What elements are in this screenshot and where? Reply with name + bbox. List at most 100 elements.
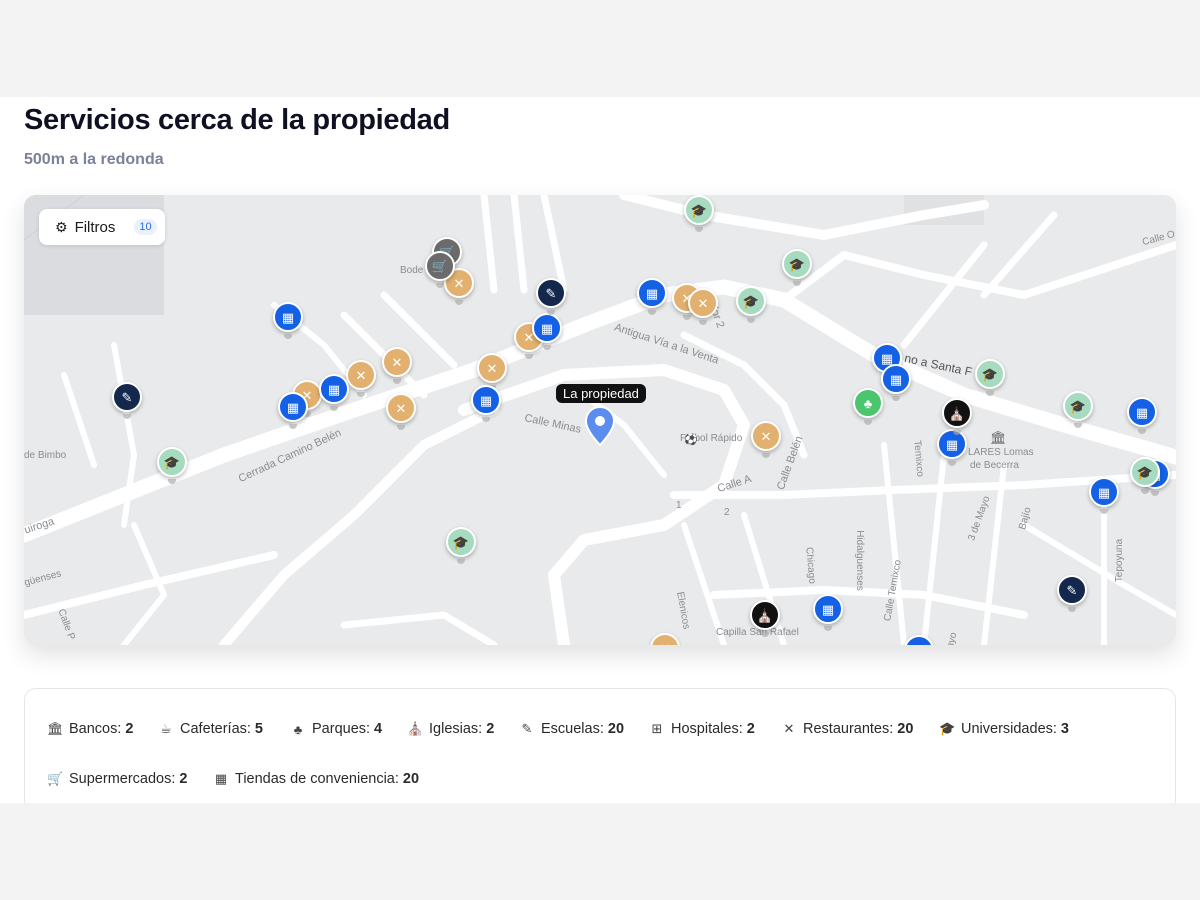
map-label: 1 — [676, 500, 682, 511]
stat-value: 5 — [254, 721, 263, 737]
restaurant-icon: ✕ — [783, 721, 795, 736]
sliders-icon: ⚙ — [55, 218, 68, 235]
store-pin[interactable]: ▦ — [1089, 477, 1119, 514]
fork-knife-icon: ✕ — [760, 428, 772, 444]
services-summary: 🏛 Bancos: 2 ☕ Cafeterías: 5 ♣ Parques: 4 ⛪ Igle… — [24, 688, 1176, 818]
filters-button[interactable]: ⚙ Filtros 10 — [39, 209, 165, 245]
map-label: 2 — [724, 507, 730, 518]
store-icon: ▦ — [645, 285, 659, 301]
stat-label: Escuelas: — [541, 721, 604, 737]
graduation-cap-icon: 🎓 — [981, 366, 999, 382]
hospital-icon: ⊞ — [651, 721, 663, 736]
graduation-cap-icon: 🎓 — [742, 293, 760, 309]
university-pin[interactable]: 🎓 — [446, 527, 476, 564]
fork-knife-icon: ✕ — [486, 360, 498, 376]
store-pin[interactable]: ▦ — [319, 374, 349, 411]
store-pin[interactable]: ▦ — [273, 302, 303, 339]
stat-parques: ♣ Parques: 4 — [290, 721, 382, 737]
store-pin[interactable]: ▦ — [532, 313, 562, 350]
store-icon: ▦ — [945, 436, 959, 452]
church-pin[interactable]: ⛪ — [942, 398, 972, 435]
graduation-cap-icon: 🎓 — [788, 256, 806, 272]
coffee-icon: ☕ — [160, 721, 172, 736]
map-label: Hidalguenses — [853, 530, 865, 591]
map-label: Capilla San Rafael — [716, 627, 799, 638]
map-label: de Bimbo — [24, 450, 67, 461]
page-title: Servicios cerca de la propiedad — [24, 104, 450, 136]
stat-value: 2 — [125, 721, 134, 737]
store-pin[interactable]: ▦ — [1127, 397, 1157, 434]
stat-value: 20 — [402, 771, 420, 787]
stat-label: Iglesias: — [429, 721, 483, 737]
footer-background — [0, 803, 1200, 900]
map-label: LARES Lomas — [968, 447, 1034, 458]
store-icon: ▦ — [889, 371, 903, 387]
supermarket-pin[interactable]: 🛒 — [425, 251, 455, 288]
services-map[interactable]: Bode de Bimbo Cerrada Camino Belén Antig… — [24, 195, 1176, 645]
store-icon: ▦ — [286, 399, 300, 415]
map-label: Bode — [400, 265, 424, 276]
map-label: Tepoyuna — [1114, 538, 1126, 583]
university-pin[interactable]: 🎓 — [684, 195, 714, 232]
fork-knife-icon: ✕ — [391, 354, 403, 370]
stat-restaurantes: ✕ Restaurantes: 20 — [781, 721, 914, 737]
store-pin[interactable]: ▦ — [937, 429, 967, 466]
store-pin[interactable]: ▦ — [278, 392, 308, 429]
store-icon: ▦ — [479, 392, 493, 408]
filters-count-badge: 10 — [134, 219, 157, 235]
stat-label: Supermercados: — [69, 771, 176, 787]
store-icon: ▦ — [540, 320, 554, 336]
university-pin[interactable]: 🎓 — [157, 447, 187, 484]
school-pin[interactable]: ✎ — [112, 382, 142, 419]
restaurant-pin[interactable]: ✕ — [688, 288, 718, 325]
school-icon: ✎ — [121, 389, 133, 405]
stat-label: Hospitales: — [671, 721, 743, 737]
stat-value: 2 — [486, 721, 495, 737]
store-icon: ▦ — [821, 601, 835, 617]
fork-knife-icon: ✕ — [453, 275, 465, 291]
stat-label: Parques: — [312, 721, 371, 737]
university-pin[interactable]: 🎓 — [1063, 391, 1093, 428]
university-pin[interactable]: 🎓 — [975, 359, 1005, 396]
filters-label: Filtros — [74, 218, 116, 236]
stat-value: 2 — [179, 771, 188, 787]
school-icon: ✎ — [1066, 582, 1078, 598]
restaurant-pin[interactable]: ✕ — [346, 360, 376, 397]
university-pin[interactable]: 🎓 — [1130, 457, 1160, 494]
university-pin[interactable]: 🎓 — [736, 286, 766, 323]
property-label: La propiedad — [556, 384, 646, 403]
store-pin[interactable]: ▦ — [881, 364, 911, 401]
tree-icon: ♣ — [293, 721, 303, 737]
graduation-cap-icon: 🎓 — [1136, 464, 1154, 480]
store-icon: ▦ — [327, 381, 341, 397]
school-pin[interactable]: ✎ — [536, 278, 566, 315]
map-label: de Becerra — [970, 460, 1019, 471]
fork-knife-icon: ✕ — [660, 642, 671, 646]
stat-escuelas: ✎ Escuelas: 20 — [519, 721, 624, 737]
store-pin[interactable]: ▦ — [813, 594, 843, 631]
school-icon: ✎ — [521, 721, 533, 736]
church-pin[interactable]: ⛪ — [750, 600, 780, 637]
university-pin[interactable]: 🎓 — [782, 249, 812, 286]
store-pin[interactable]: ▦ — [637, 278, 667, 315]
fork-knife-icon: ✕ — [355, 367, 367, 383]
stat-tiendas: ▦ Tiendas de conveniencia: 20 — [213, 771, 419, 787]
restaurant-pin[interactable]: ✕ — [382, 347, 412, 384]
school-pin[interactable]: ✎ — [1057, 575, 1087, 612]
bank-icon: 🏛 — [990, 430, 1007, 445]
stat-universidades: 🎓 Universidades: 3 — [939, 721, 1069, 737]
stat-label: Tiendas de conveniencia: — [235, 771, 399, 787]
cart-icon: 🛒 — [47, 771, 64, 786]
restaurant-pin[interactable]: ✕ — [477, 353, 507, 390]
store-icon: ▦ — [913, 644, 925, 646]
stat-value: 20 — [607, 721, 625, 737]
store-icon: ▦ — [1135, 404, 1149, 420]
store-pin[interactable]: ▦ — [471, 385, 501, 422]
park-pin[interactable]: ♣ — [853, 388, 883, 425]
property-marker-icon[interactable] — [584, 405, 616, 447]
fork-knife-icon: ✕ — [697, 295, 709, 311]
restaurant-pin[interactable]: ✕ — [751, 421, 781, 458]
stat-iglesias: ⛪ Iglesias: 2 — [407, 721, 494, 737]
restaurant-pin[interactable]: ✕ — [386, 393, 416, 430]
stat-hospitales: ⊞ Hospitales: 2 — [649, 721, 755, 737]
